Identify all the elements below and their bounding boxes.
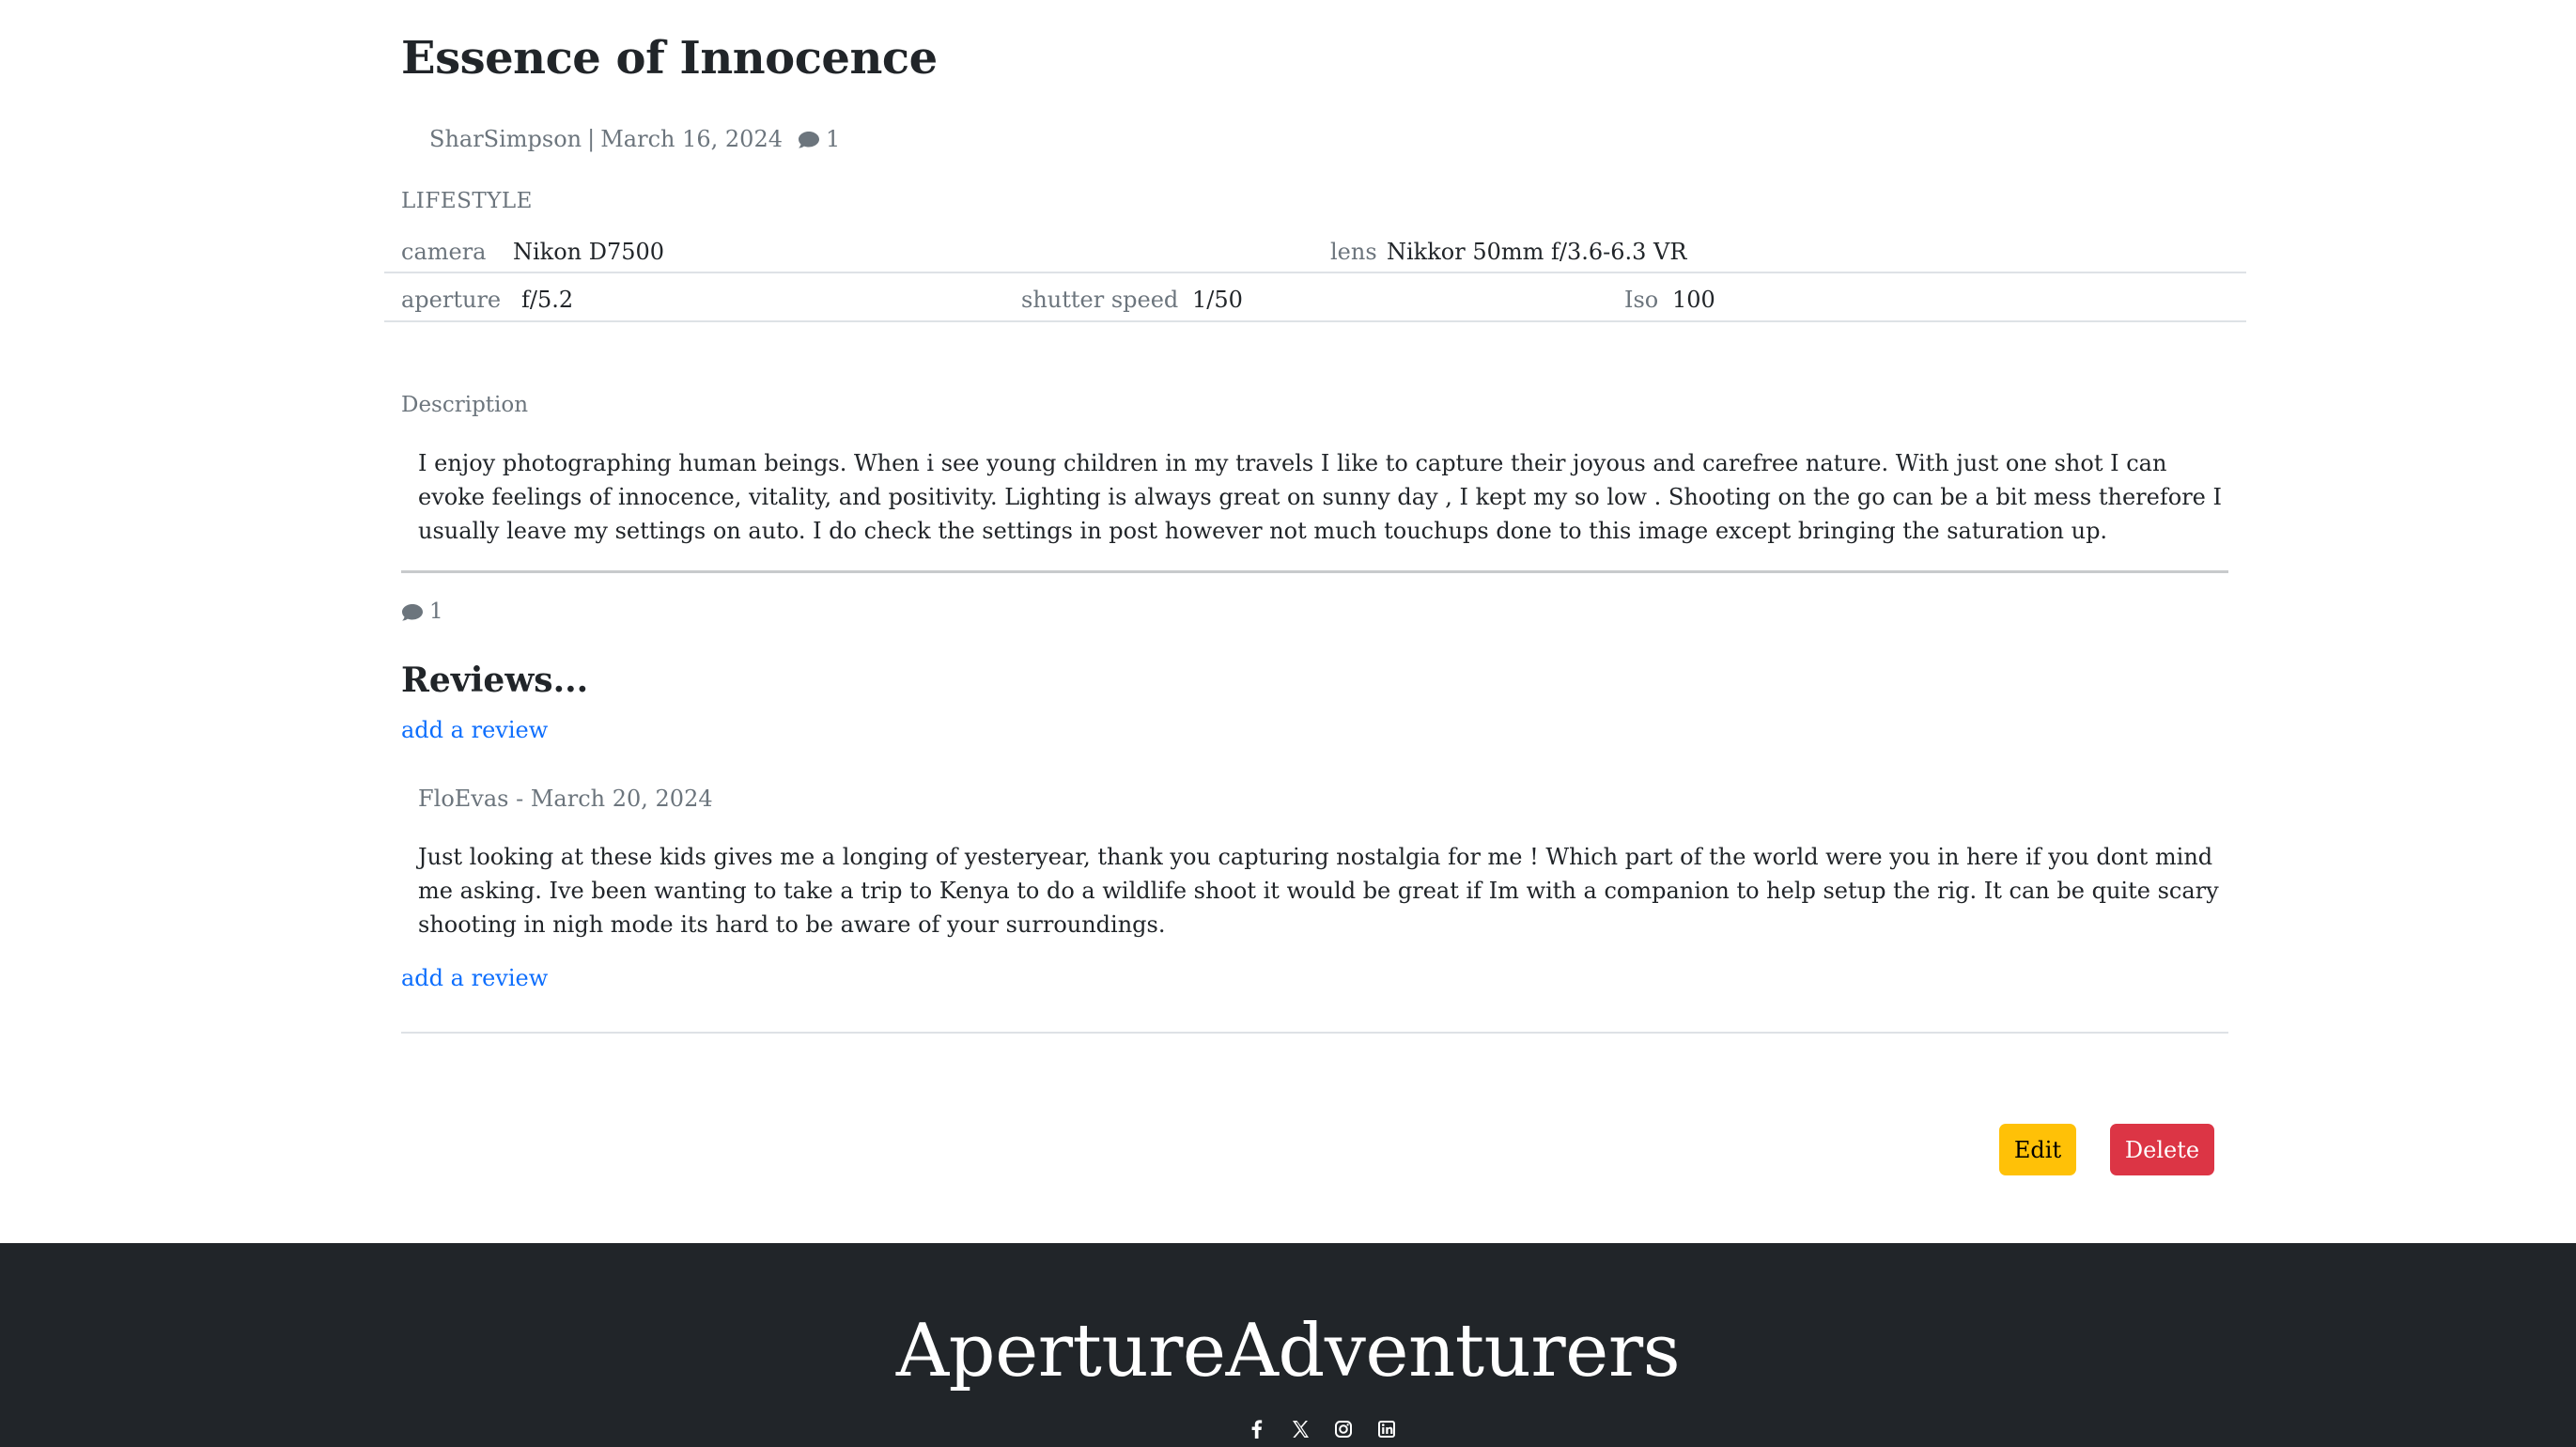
section-divider xyxy=(401,570,2228,573)
social-links xyxy=(1248,1419,1396,1439)
aperture-value: f/5.2 xyxy=(521,287,574,313)
spec-row-camera-lens: camera Nikon D7500 lens Nikkor 50mm f/3.… xyxy=(384,229,2246,273)
footer-brand: ApertureAdventurers xyxy=(895,1309,1681,1393)
comment-icon xyxy=(401,603,424,621)
site-footer: ApertureAdventurers xyxy=(0,1243,2576,1447)
edit-button[interactable]: Edit xyxy=(1999,1124,2076,1175)
add-review-link[interactable]: add a review xyxy=(401,717,548,743)
category-label: LIFESTYLE xyxy=(401,189,533,213)
facebook-icon[interactable] xyxy=(1248,1419,1266,1439)
review-text: Just looking at these kids gives me a lo… xyxy=(418,844,2219,938)
aperture-label: aperture xyxy=(401,287,502,313)
add-review-link-bottom[interactable]: add a review xyxy=(401,965,548,991)
delete-button[interactable]: Delete xyxy=(2110,1124,2214,1175)
reviews-comment-count: 1 xyxy=(401,599,443,624)
comment-icon xyxy=(798,131,820,148)
linkedin-icon[interactable] xyxy=(1377,1419,1396,1439)
reviews-comment-number: 1 xyxy=(429,599,443,624)
post-comment-count: 1 xyxy=(798,126,840,152)
lens-label: lens xyxy=(1330,239,1377,265)
instagram-icon[interactable] xyxy=(1334,1419,1353,1439)
post-date: March 16, 2024 xyxy=(600,126,783,152)
post-author: SharSimpson xyxy=(429,126,582,152)
reviews-heading: Reviews... xyxy=(401,661,589,700)
camera-label: camera xyxy=(401,239,487,265)
review-meta: FloEvas - March 20, 2024 xyxy=(418,786,713,812)
spec-row-exposure: aperture f/5.2 shutter speed 1/50 Iso 10… xyxy=(384,276,2246,322)
description-label: Description xyxy=(401,393,529,417)
camera-value: Nikon D7500 xyxy=(513,239,665,265)
iso-value: 100 xyxy=(1672,287,1715,313)
page-title: Essence of Innocence xyxy=(401,32,938,85)
post-comment-number: 1 xyxy=(826,126,841,152)
x-icon[interactable] xyxy=(1291,1419,1310,1439)
reviews-divider xyxy=(401,1032,2228,1034)
description-text: I enjoy photographing human beings. When… xyxy=(418,450,2222,544)
meta-separator: | xyxy=(587,126,596,152)
shutter-speed-value: 1/50 xyxy=(1192,287,1243,313)
post-meta: SharSimpson | March 16, 2024 1 xyxy=(429,126,840,152)
iso-label: Iso xyxy=(1624,287,1659,313)
lens-value: Nikkor 50mm f/3.6-6.3 VR xyxy=(1387,239,1687,265)
shutter-speed-label: shutter speed xyxy=(1021,287,1179,313)
